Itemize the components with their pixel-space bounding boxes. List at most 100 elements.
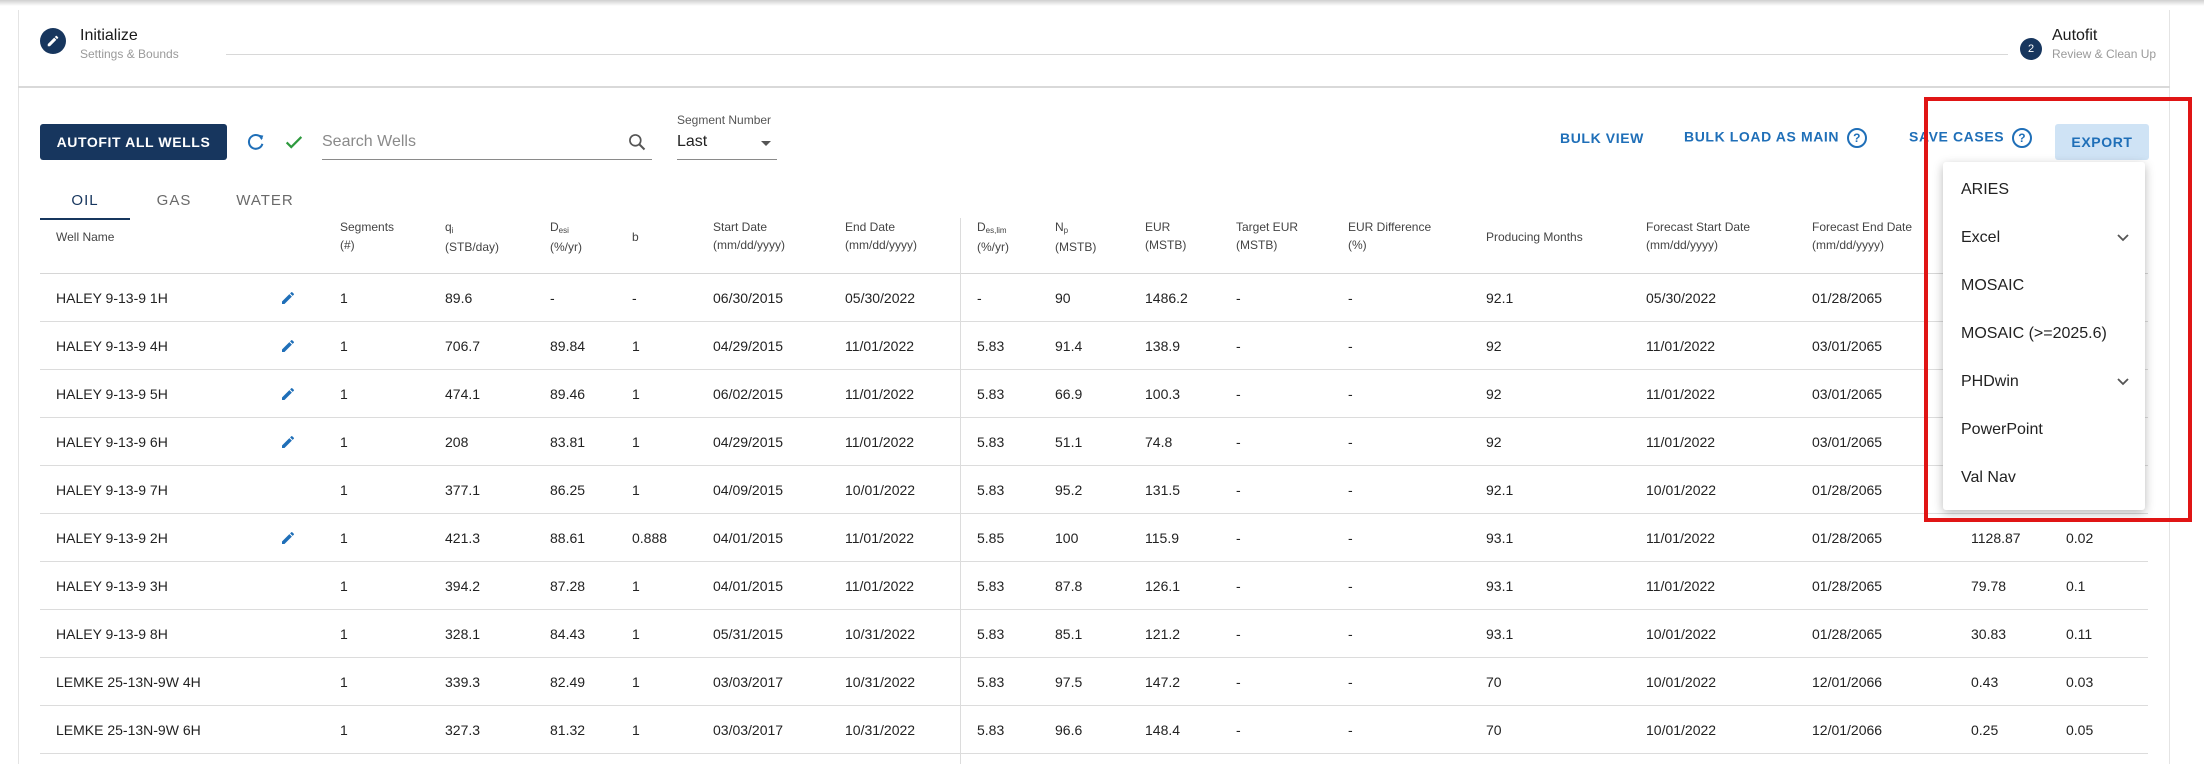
col-np[interactable]: Np (MSTB) [1055, 218, 1096, 256]
cell-desi: 82.49 [550, 674, 586, 690]
cell-eur: 131.5 [1145, 482, 1181, 498]
search-icon[interactable] [626, 131, 648, 153]
cell-segments: 1 [340, 722, 348, 738]
table-row[interactable]: HALEY 9-13-9 3H 1 394.2 87.28 1 04/01/2015 11/… [40, 562, 2148, 610]
cell-qi: 339.3 [445, 674, 481, 690]
pencil-icon[interactable] [40, 28, 66, 54]
table-row[interactable]: HALEY 9-13-9 4H 1 706.7 89.84 1 04/29/2015 11/… [40, 322, 2148, 370]
cell-eur: 148.4 [1145, 722, 1181, 738]
cell-eur-difference: - [1348, 482, 1353, 498]
col-forecast-end-date[interactable]: Forecast End Date (mm/dd/yyyy) [1812, 218, 1912, 254]
edit-pencil-icon[interactable] [280, 530, 296, 546]
table-row[interactable]: HALEY 9-13-9 1H 1 89.6 - - 06/30/2015 05/30/20… [40, 274, 2148, 322]
cell-producing-months: 70 [1486, 674, 1502, 690]
col-b[interactable]: b [632, 228, 639, 246]
cell-qi: 421.3 [445, 530, 481, 546]
table-row[interactable]: HALEY 9-13-9 7H 1 377.1 86.25 1 04/09/2015 10/… [40, 466, 2148, 514]
cell-b: 1 [632, 578, 640, 594]
cell-forecast-end: 01/28/2065 [1812, 482, 1883, 498]
col-desi[interactable]: Desi (%/yr) [550, 218, 582, 256]
cell-end-date: 11/01/2022 [845, 434, 915, 450]
table-row[interactable]: HALEY 9-13-9 8H 1 328.1 84.43 1 05/31/2015 10/… [40, 610, 2148, 658]
cell-target-eur: - [1236, 386, 1241, 402]
cell-eur: 147.2 [1145, 674, 1181, 690]
cell-forecast-start: 05/30/2022 [1646, 290, 1717, 306]
segment-number-select[interactable]: Last [677, 130, 777, 160]
cell-eur: 100.3 [1145, 386, 1181, 402]
check-icon[interactable] [282, 130, 306, 154]
cell-deslim: 5.83 [977, 626, 1005, 642]
col-start-date[interactable]: Start Date (mm/dd/yyyy) [713, 218, 785, 254]
cell-well-name: HALEY 9-13-9 8H [56, 626, 168, 642]
step-autofit-subtitle: Review & Clean Up [2052, 47, 2157, 61]
col-well-name[interactable]: Well Name [56, 228, 114, 246]
col-deslim[interactable]: Des,lim (%/yr) [977, 218, 1009, 256]
cell-start-date: 06/30/2015 [713, 290, 784, 306]
cell-forecast-end: 03/01/2065 [1812, 434, 1883, 450]
bulk-load-as-main-button[interactable]: BULK LOAD AS MAIN? [1684, 128, 1868, 148]
edit-pencil-icon[interactable] [280, 338, 296, 354]
cell-start-date: 03/03/2017 [713, 674, 784, 690]
cell-qi: 327.3 [445, 722, 481, 738]
table-header: Well Name Segments (#) qi (STB/day) Desi (%… [40, 218, 2148, 274]
col-end-date[interactable]: End Date (mm/dd/yyyy) [845, 218, 917, 254]
cell-segments: 1 [340, 482, 348, 498]
col-forecast-start-date[interactable]: Forecast Start Date (mm/dd/yyyy) [1646, 218, 1750, 254]
cell-end-date: 10/31/2022 [845, 674, 916, 690]
cell-desi: 86.25 [550, 482, 586, 498]
table-row[interactable]: HALEY 9-13-9 6H 1 208 83.81 1 04/29/2015 11/01… [40, 418, 2148, 466]
table-row[interactable]: HALEY 9-13-9 5H 1 474.1 89.46 1 06/02/2015 11/… [40, 370, 2148, 418]
cell-desi: 88.61 [550, 530, 586, 546]
cell-target-eur: - [1236, 482, 1241, 498]
bulk-view-button[interactable]: BULK VIEW [1560, 130, 1644, 146]
cell-desi: - [550, 290, 555, 306]
cell-np: 51.1 [1055, 434, 1083, 450]
edit-pencil-icon[interactable] [280, 386, 296, 402]
cell-well-name: HALEY 9-13-9 4H [56, 338, 168, 354]
cell-producing-months: 70 [1486, 722, 1502, 738]
col-eur[interactable]: EUR (MSTB) [1145, 218, 1186, 254]
cell-target-eur: - [1236, 338, 1241, 354]
cell-qi: 474.1 [445, 386, 481, 402]
cell-segments: 1 [340, 674, 348, 690]
cell-producing-months: 92.1 [1486, 482, 1514, 498]
cell-target-eur: - [1236, 530, 1241, 546]
step-initialize-title[interactable]: Initialize [80, 27, 138, 45]
col-eur-difference[interactable]: EUR Difference (%) [1348, 218, 1431, 254]
edit-pencil-icon[interactable] [280, 434, 296, 450]
cell-deslim: 5.83 [977, 722, 1005, 738]
tab-gas[interactable]: GAS [130, 184, 218, 220]
table-row[interactable]: LEMKE 25-13N-9W 6H 1 327.3 81.32 1 03/03/2017… [40, 706, 2148, 754]
cell-start-date: 04/29/2015 [713, 434, 784, 450]
cell-segments: 1 [340, 626, 348, 642]
cell-forecast-end: 12/01/2066 [1812, 722, 1883, 738]
col-segments[interactable]: Segments (#) [340, 218, 394, 254]
tab-oil[interactable]: OIL [40, 184, 130, 220]
edit-pencil-icon[interactable] [280, 290, 296, 306]
step-autofit-title[interactable]: Autofit [2052, 27, 2097, 45]
autofit-all-wells-button[interactable]: AUTOFIT ALL WELLS [40, 124, 227, 160]
cell-eur-difference: - [1348, 626, 1353, 642]
cell-b: 1 [632, 674, 640, 690]
cell-hidden-col-1: 79.78 [1971, 578, 2007, 594]
cell-eur: 126.1 [1145, 578, 1181, 594]
cell-hidden-col-2: 0.11 [2066, 626, 2093, 642]
cell-hidden-col-1: 0.43 [1971, 674, 1999, 690]
table-row[interactable]: HALEY 9-13-9 2H 1 421.3 88.61 0.888 04/01/201… [40, 514, 2148, 562]
col-qi[interactable]: qi (STB/day) [445, 218, 499, 256]
col-producing-months[interactable]: Producing Months [1486, 228, 1583, 246]
refresh-icon[interactable] [244, 130, 268, 154]
table-row[interactable]: LEMKE 25-13N-9W 4H 1 339.3 82.49 1 03/03/2017… [40, 658, 2148, 706]
cell-target-eur: - [1236, 626, 1241, 642]
cell-target-eur: - [1236, 578, 1241, 594]
cell-desi: 83.81 [550, 434, 586, 450]
cell-qi: 328.1 [445, 626, 481, 642]
cell-hidden-col-1: 30.83 [1971, 626, 2007, 642]
cell-target-eur: - [1236, 722, 1241, 738]
col-target-eur[interactable]: Target EUR (MSTB) [1236, 218, 1298, 254]
search-wells-input[interactable] [322, 126, 612, 158]
cell-deslim: - [977, 290, 982, 306]
tab-water[interactable]: WATER [218, 184, 312, 220]
help-icon[interactable]: ? [1847, 128, 1868, 148]
cell-np: 85.1 [1055, 626, 1083, 642]
